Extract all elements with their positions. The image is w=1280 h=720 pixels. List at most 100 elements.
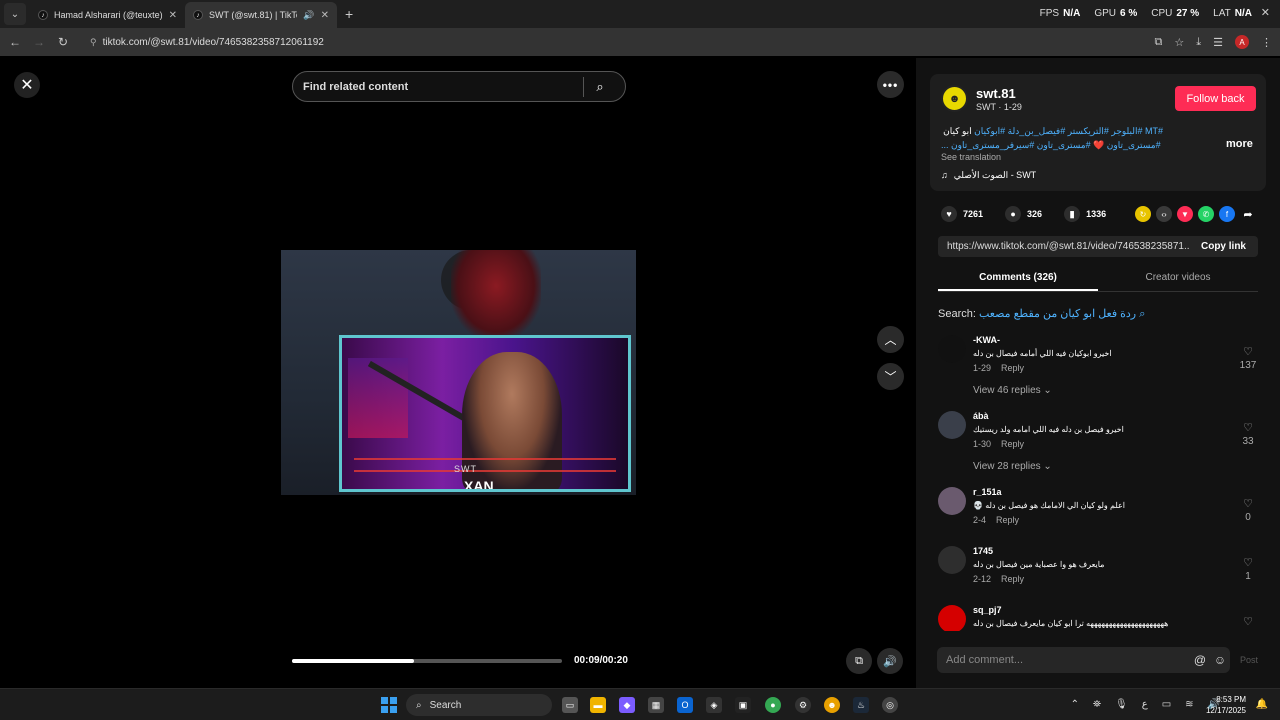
- post-button[interactable]: Post: [1240, 655, 1258, 665]
- outlook-icon[interactable]: O: [677, 697, 693, 713]
- picture-in-picture-icon[interactable]: ⧉: [846, 648, 872, 674]
- network-icon[interactable]: ⛯: [1093, 699, 1101, 710]
- hashtags-line-2[interactable]: #مسترى_تاون ❤️ #مسترى_تاون #سيرفر_مسترى_…: [941, 138, 1163, 152]
- browser-tab-1[interactable]: ♪ Hamad Alsharari (@teuxte) | TikTok ✕: [30, 2, 185, 28]
- reply-button[interactable]: Reply: [996, 515, 1019, 525]
- creator-avatar[interactable]: ☻: [941, 85, 968, 112]
- creator-username[interactable]: swt.81: [976, 86, 1016, 101]
- wifi-icon[interactable]: ≋: [1185, 699, 1193, 710]
- store-icon[interactable]: ▦: [648, 697, 664, 713]
- music-title[interactable]: الصوت الأصلي - SWT: [954, 170, 1036, 181]
- video-progress-bar[interactable]: [292, 659, 562, 663]
- app-icon[interactable]: ◈: [706, 697, 722, 713]
- file-explorer-icon[interactable]: ▬: [590, 697, 606, 713]
- site-info-icon[interactable]: ⚲: [90, 37, 97, 48]
- search-suggestion[interactable]: Search: ردة فعل ابو كيان من مقطع مصعب ⌕: [938, 307, 1145, 321]
- emoji-icon[interactable]: ☺: [1210, 653, 1230, 667]
- window-close-icon[interactable]: ✕: [1261, 6, 1270, 19]
- follow-back-button[interactable]: Follow back: [1175, 86, 1256, 111]
- url-text[interactable]: tiktok.com/@swt.81/video/746538235871206…: [103, 37, 324, 48]
- comment-username[interactable]: -KWA-: [973, 335, 1000, 345]
- heart-outline-icon[interactable]: ♡: [1243, 346, 1253, 358]
- embed-icon[interactable]: ‹›: [1156, 206, 1172, 222]
- tab-creator-videos[interactable]: Creator videos: [1098, 268, 1258, 291]
- related-search-box[interactable]: ⌕: [292, 71, 626, 102]
- facebook-icon[interactable]: f: [1219, 206, 1235, 222]
- view-replies-button[interactable]: View 46 replies ⌄: [973, 385, 1052, 396]
- previous-video-icon[interactable]: ︿: [877, 326, 904, 353]
- comment-username[interactable]: ábà: [973, 411, 989, 421]
- reload-icon[interactable]: ↻: [54, 35, 72, 49]
- next-video-icon[interactable]: ﹀: [877, 363, 904, 390]
- repost-icon[interactable]: ↻: [1135, 206, 1151, 222]
- view-replies-label[interactable]: View 46 replies: [973, 385, 1041, 396]
- heart-outline-icon[interactable]: ♡: [1243, 557, 1253, 569]
- url-field[interactable]: ⚲ tiktok.com/@swt.81/video/7465382358712…: [90, 37, 324, 48]
- app-icon[interactable]: ▣: [735, 697, 751, 713]
- search-query-link[interactable]: ردة فعل ابو كيان من مقطع مصعب: [979, 308, 1136, 320]
- comment-username[interactable]: 1745: [973, 546, 993, 556]
- new-tab-button[interactable]: +: [345, 6, 353, 22]
- chrome-icon[interactable]: ●: [765, 697, 781, 713]
- taskbar-clock[interactable]: 8:53 PM 12/17/2025: [1206, 694, 1246, 716]
- avatar[interactable]: [938, 411, 966, 439]
- whatsapp-icon[interactable]: ✆: [1198, 206, 1214, 222]
- install-app-icon[interactable]: ⧉: [1155, 36, 1163, 49]
- avatar[interactable]: [938, 546, 966, 574]
- comment-icon[interactable]: ●: [1005, 206, 1022, 222]
- bookmark-star-icon[interactable]: ☆: [1174, 36, 1184, 49]
- browser-menu-icon[interactable]: ⋮: [1261, 36, 1272, 49]
- microphone-icon[interactable]: 🎙: [1115, 699, 1128, 710]
- heart-outline-icon[interactable]: ♡: [1243, 422, 1253, 434]
- comment-like[interactable]: ♡ 1: [1238, 556, 1258, 582]
- volume-icon[interactable]: 🔊: [877, 648, 903, 674]
- taskbar-search[interactable]: ⌕ Search: [406, 694, 552, 716]
- share-arrow-icon[interactable]: ➦: [1240, 206, 1256, 222]
- search-icon[interactable]: ⌕: [584, 79, 616, 95]
- heart-outline-icon[interactable]: ♡: [1243, 616, 1253, 628]
- comment-username[interactable]: r_151a: [973, 487, 1002, 497]
- add-comment-input[interactable]: [946, 654, 1190, 666]
- app-icon[interactable]: ☻: [824, 697, 840, 713]
- notification-icon[interactable]: 🔔: [1256, 699, 1268, 710]
- browser-tab-2[interactable]: ♪ SWT (@swt.81) | TikTok 🔊 ✕: [185, 2, 337, 28]
- chevron-up-icon[interactable]: ⌃: [1071, 699, 1079, 710]
- mention-icon[interactable]: @: [1190, 653, 1210, 667]
- avatar[interactable]: [938, 605, 966, 631]
- display-icon[interactable]: ▭: [1162, 699, 1171, 710]
- steam-icon[interactable]: ♨: [853, 697, 869, 713]
- download-icon[interactable]: ⤓: [1196, 36, 1201, 49]
- send-to-friends-icon[interactable]: ▼: [1177, 206, 1193, 222]
- audio-playing-icon[interactable]: 🔊: [303, 10, 314, 21]
- close-tab-icon[interactable]: ✕: [169, 10, 177, 21]
- avatar[interactable]: [938, 335, 966, 363]
- language-indicator[interactable]: ع: [1142, 699, 1148, 710]
- start-button-icon[interactable]: [381, 697, 397, 713]
- copy-link-button[interactable]: Copy link: [1189, 241, 1258, 252]
- settings-gear-icon[interactable]: ⚙: [795, 697, 811, 713]
- see-translation-link[interactable]: See translation: [941, 152, 1001, 162]
- related-search-input[interactable]: [303, 80, 583, 93]
- reading-list-icon[interactable]: ☰: [1213, 36, 1223, 49]
- add-comment-box[interactable]: @ ☺: [937, 647, 1230, 673]
- profile-avatar[interactable]: A: [1235, 35, 1249, 49]
- comment-like[interactable]: ♡ 0: [1238, 497, 1258, 523]
- close-tab-icon[interactable]: ✕: [321, 10, 329, 21]
- forward-icon[interactable]: →: [30, 35, 48, 49]
- reply-button[interactable]: Reply: [1001, 574, 1024, 584]
- reply-button[interactable]: Reply: [1001, 363, 1024, 373]
- bookmark-icon[interactable]: ▮: [1064, 206, 1081, 222]
- reply-button[interactable]: Reply: [1001, 439, 1024, 449]
- like-heart-icon[interactable]: ♥: [941, 206, 957, 222]
- hashtags[interactable]: #MT #البلوجر #التريكستر #فيصل_بن_دلة #اب…: [974, 126, 1163, 136]
- copilot-icon[interactable]: ◆: [619, 697, 635, 713]
- back-icon[interactable]: ←: [6, 35, 24, 49]
- tab-search-menu[interactable]: ⌄: [4, 3, 26, 25]
- heart-outline-icon[interactable]: ♡: [1243, 498, 1253, 510]
- more-options-icon[interactable]: •••: [877, 71, 904, 98]
- comment-like[interactable]: ♡ 33: [1238, 421, 1258, 447]
- app-icon[interactable]: ◎: [882, 697, 898, 713]
- comment-like[interactable]: ♡ 137: [1238, 345, 1258, 371]
- close-video-button[interactable]: ✕: [14, 72, 40, 98]
- view-replies-button[interactable]: View 28 replies ⌄: [973, 461, 1052, 472]
